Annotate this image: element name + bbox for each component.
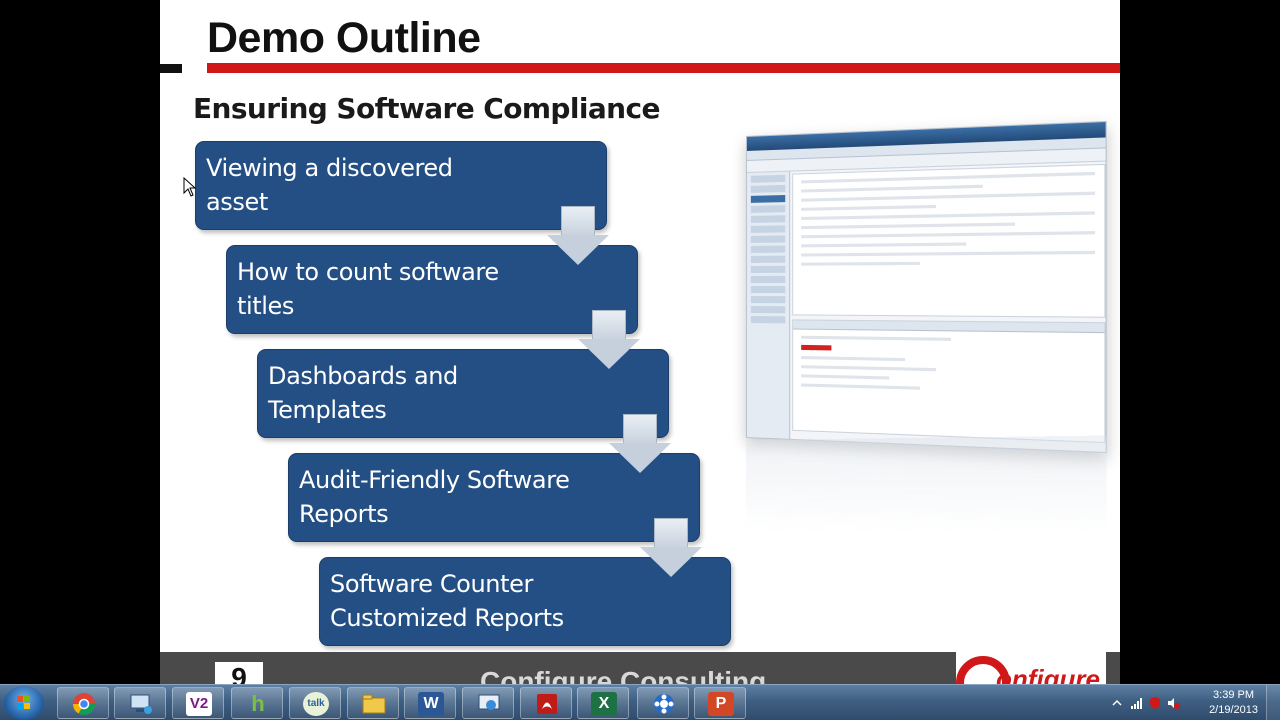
start-button[interactable] bbox=[4, 686, 44, 720]
network-signal-icon[interactable] bbox=[1130, 696, 1144, 710]
title-rule-black bbox=[160, 64, 182, 73]
mouse-cursor-icon bbox=[183, 177, 197, 197]
step-label: Audit-Friendly Software Reports bbox=[299, 463, 629, 531]
slide-subtitle: Ensuring Software Compliance bbox=[193, 92, 660, 125]
security-shield-icon[interactable] bbox=[1148, 696, 1162, 710]
word-icon: W bbox=[418, 692, 444, 716]
taskbar-adobe-reader[interactable] bbox=[520, 687, 572, 719]
clock-date: 2/19/2013 bbox=[1209, 703, 1258, 718]
app-screenshot-image bbox=[746, 121, 1107, 453]
taskbar-remote-desktop[interactable] bbox=[462, 687, 514, 719]
down-arrow-icon bbox=[640, 518, 702, 580]
chrome-icon bbox=[71, 692, 97, 716]
down-arrow-icon bbox=[547, 206, 609, 268]
step-label: How to count software titles bbox=[237, 255, 537, 323]
system-tray: 3:39 PM 2/19/2013 bbox=[1100, 685, 1280, 720]
taskbar-powerpoint[interactable]: P bbox=[694, 687, 746, 719]
down-arrow-icon bbox=[578, 310, 640, 372]
taskbar-network[interactable] bbox=[114, 687, 166, 719]
slide-footer: 9 Configure Consulting onfigure bbox=[160, 652, 1120, 684]
windows-taskbar: V2 h talk W X P 3:39 PM 2/19/2013 bbox=[0, 684, 1280, 720]
step-label: Viewing a discovered asset bbox=[206, 151, 506, 219]
title-rule-red bbox=[207, 63, 1120, 73]
windows-logo-icon bbox=[17, 696, 31, 710]
taskbar-excel[interactable]: X bbox=[577, 687, 629, 719]
taskbar-clock[interactable]: 3:39 PM 2/19/2013 bbox=[1209, 688, 1258, 718]
vsphere-client-icon: V2 bbox=[186, 692, 212, 716]
clock-time: 3:39 PM bbox=[1209, 688, 1258, 703]
step-box-1: Viewing a discovered asset bbox=[195, 141, 607, 230]
taskbar-talk[interactable]: talk bbox=[289, 687, 341, 719]
powerpoint-icon: P bbox=[708, 692, 734, 716]
show-hidden-icons-icon[interactable] bbox=[1110, 696, 1124, 710]
taskbar-explorer[interactable] bbox=[347, 687, 399, 719]
presentation-slide: Demo Outline Ensuring Software Complianc… bbox=[160, 0, 1120, 684]
step-label: Dashboards and Templates bbox=[268, 359, 508, 427]
company-logo: onfigure bbox=[956, 652, 1106, 684]
slide-number: 9 bbox=[215, 662, 263, 684]
adobe-reader-icon bbox=[534, 692, 560, 716]
excel-icon: X bbox=[591, 692, 617, 716]
app-h-icon: h bbox=[245, 692, 271, 716]
network-computer-icon bbox=[128, 692, 154, 716]
google-talk-icon: talk bbox=[303, 692, 329, 716]
down-arrow-icon bbox=[609, 414, 671, 476]
file-explorer-icon bbox=[361, 692, 387, 716]
screenshot-reflection bbox=[746, 436, 1107, 535]
taskbar-word[interactable]: W bbox=[404, 687, 456, 719]
taskbar-vsphere[interactable]: V2 bbox=[172, 687, 224, 719]
snowflake-app-icon bbox=[651, 692, 677, 716]
step-label: Software Counter Customized Reports bbox=[330, 567, 630, 635]
taskbar-chrome[interactable] bbox=[57, 687, 109, 719]
taskbar-app-h[interactable]: h bbox=[231, 687, 283, 719]
logo-text: onfigure bbox=[996, 664, 1100, 684]
taskbar-snowflake-app[interactable] bbox=[637, 687, 689, 719]
show-desktop-button[interactable] bbox=[1266, 685, 1280, 720]
volume-muted-icon[interactable] bbox=[1166, 696, 1180, 710]
slide-title: Demo Outline bbox=[207, 14, 481, 63]
remote-desktop-icon bbox=[476, 692, 502, 716]
footer-company-name: Configure Consulting bbox=[480, 666, 766, 684]
